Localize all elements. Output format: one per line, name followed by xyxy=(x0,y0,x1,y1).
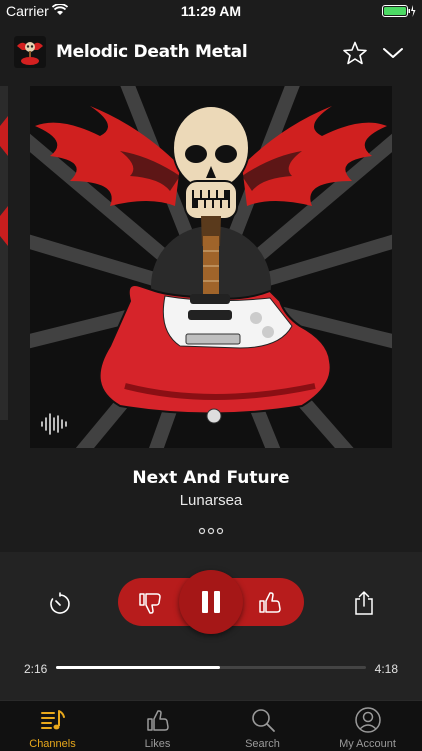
progress-fill xyxy=(56,666,221,669)
tab-label-search: Search xyxy=(245,738,280,750)
thumbs-up-icon[interactable] xyxy=(258,590,284,616)
album-art[interactable] xyxy=(30,86,392,448)
status-time: 11:29 AM xyxy=(180,3,242,19)
likes-icon xyxy=(147,710,169,731)
previous-album-art[interactable] xyxy=(0,86,8,420)
share-icon[interactable] xyxy=(352,590,376,616)
tab-bar: Channels Likes Search My Account xyxy=(0,700,422,751)
tab-label-likes: Likes xyxy=(144,738,171,750)
channels-icon xyxy=(41,710,65,730)
elapsed-time: 2:16 xyxy=(24,662,48,676)
battery-icon xyxy=(382,5,416,17)
channel-title: Melodic Death Metal xyxy=(56,42,248,62)
pause-icon xyxy=(202,591,208,613)
tab-channels[interactable]: Channels xyxy=(0,701,105,751)
tab-label-channels: Channels xyxy=(29,738,76,750)
player-controls: 2:16 4:18 xyxy=(0,552,422,700)
thumbs-down-icon[interactable] xyxy=(138,590,164,616)
total-time: 4:18 xyxy=(374,662,398,676)
channel-thumbnail[interactable] xyxy=(14,36,46,68)
chevron-down-icon[interactable] xyxy=(380,42,406,64)
progress-bar[interactable] xyxy=(56,666,366,669)
pause-button[interactable] xyxy=(179,570,243,634)
channel-header: Melodic Death Metal xyxy=(0,30,422,76)
account-icon xyxy=(355,707,381,733)
track-artist: Lunarsea xyxy=(179,492,243,509)
more-options-icon[interactable] xyxy=(198,526,224,536)
tab-search[interactable]: Search xyxy=(210,701,315,751)
star-icon[interactable] xyxy=(342,40,368,66)
tab-my-account[interactable]: My Account xyxy=(315,701,420,751)
tab-likes[interactable]: Likes xyxy=(105,701,210,751)
sleep-timer-icon[interactable] xyxy=(48,592,72,616)
search-icon xyxy=(252,709,275,732)
status-bar: Carrier 11:29 AM xyxy=(0,0,422,22)
tab-label-my-account: My Account xyxy=(339,738,396,750)
track-title: Next And Future xyxy=(132,468,290,488)
